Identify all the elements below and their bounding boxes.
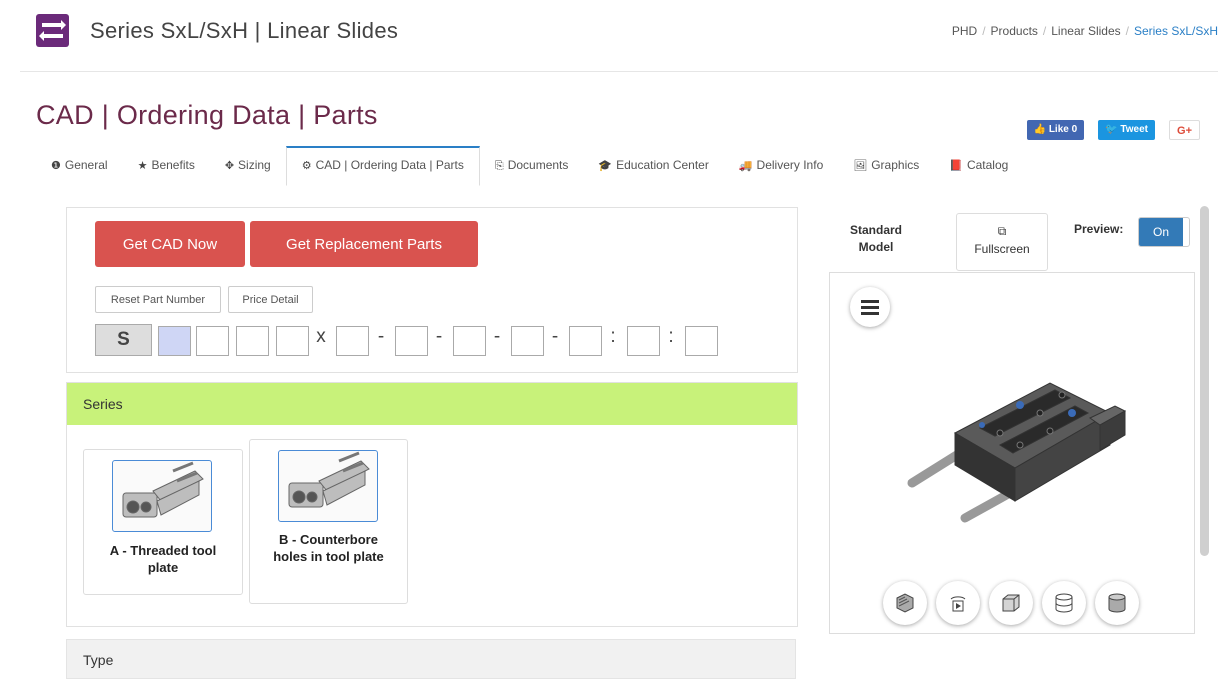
tab-cad-ordering-data-parts[interactable]: ⚙ CAD | Ordering Data | Parts — [285, 146, 480, 186]
part-number-configurator: Get CAD Now Get Replacement Parts Reset … — [66, 207, 798, 373]
model-label: Standard Model — [849, 223, 902, 254]
part-number-separator: : — [610, 326, 616, 347]
top-header: Series SxL/SxH | Linear Slides PHD / Pro… — [20, 0, 1218, 72]
brand-logo-icon[interactable] — [36, 14, 69, 47]
menu-icon[interactable] — [850, 287, 890, 327]
tab-delivery-info[interactable]: 🚚 Delivery Info — [724, 146, 838, 186]
part-number-field[interactable] — [395, 326, 428, 356]
breadcrumb-item-phd[interactable]: PHD — [952, 24, 977, 38]
part-number-separator: - — [493, 326, 501, 347]
part-number-field[interactable] — [453, 326, 486, 356]
series-option-label: B - Counterbore holes in tool plate — [273, 532, 384, 564]
breadcrumb-separator: / — [1042, 24, 1047, 38]
preview-label: Preview: — [1074, 222, 1124, 236]
tab-general[interactable]: ❶ General — [36, 146, 123, 186]
rotate-animation-icon[interactable] — [936, 581, 980, 625]
fullscreen-button[interactable]: ⧉ Fullscreen — [956, 213, 1048, 271]
get-cad-now-button[interactable]: Get CAD Now — [95, 221, 245, 267]
book-icon: 📕 — [949, 160, 963, 172]
tab-education-center[interactable]: 🎓 Education Center — [583, 146, 723, 186]
part-number-separator: - — [377, 326, 385, 347]
image-icon: 🖼 — [853, 160, 868, 172]
product-image — [112, 460, 212, 532]
part-number-field[interactable] — [685, 326, 718, 356]
part-number-field[interactable] — [236, 326, 269, 356]
part-number-field[interactable] — [158, 326, 191, 356]
tab-sizing[interactable]: ✥ Sizing — [210, 146, 286, 186]
type-heading[interactable]: Type — [66, 639, 796, 679]
preview-toggle-state: On — [1139, 218, 1183, 246]
reset-part-number-button[interactable]: Reset Part Number — [95, 286, 221, 313]
breadcrumb-separator: / — [982, 24, 986, 38]
shaded-with-edges-icon[interactable] — [883, 581, 927, 625]
breadcrumb-separator: / — [1125, 24, 1129, 38]
product-image — [278, 450, 378, 522]
move-icon: ✥ — [224, 160, 235, 172]
gears-icon: ⚙ — [301, 160, 312, 172]
breadcrumb-item-current: Series SxL/SxH — [1133, 24, 1218, 38]
viewer-toolbar: Standard Model ⧉ Fullscreen Preview: On — [830, 210, 1194, 271]
part-number-field[interactable] — [276, 326, 309, 356]
series-option-a[interactable]: A - Threaded tool plate — [83, 449, 243, 595]
series-option-label: A - Threaded tool plate — [109, 543, 217, 575]
get-replacement-parts-button[interactable]: Get Replacement Parts — [250, 221, 478, 267]
part-number-field[interactable] — [569, 326, 602, 356]
solid-cylinder-icon[interactable] — [1095, 581, 1139, 625]
graduation-cap-icon: 🎓 — [598, 160, 613, 172]
part-number-field[interactable] — [511, 326, 544, 356]
3d-model-render[interactable] — [900, 373, 1130, 533]
social-buttons: 👍 Like 0 🐦 Tweet G+ — [1026, 120, 1200, 140]
info-icon: ❶ — [51, 160, 61, 172]
price-detail-button[interactable]: Price Detail — [228, 286, 313, 313]
external-link-icon: ⧉ — [997, 224, 1007, 238]
part-number-field[interactable] — [336, 326, 369, 356]
part-number-separator: - — [435, 326, 443, 347]
tab-graphics[interactable]: 🖼 Graphics — [838, 146, 934, 186]
part-number-prefix: S — [95, 324, 152, 356]
preview-toggle[interactable]: On — [1138, 217, 1190, 247]
breadcrumb-item-products[interactable]: Products — [991, 24, 1038, 38]
facebook-like-button[interactable]: 👍 Like 0 — [1026, 120, 1085, 140]
star-icon: ★ — [137, 160, 148, 172]
tab-benefits[interactable]: ★ Benefits — [123, 146, 210, 186]
series-section: Series A - Threaded tool plate B - Count… — [66, 382, 798, 627]
truck-icon: 🚚 — [738, 160, 753, 172]
3d-model-viewer[interactable] — [829, 272, 1195, 634]
part-number-separator: x — [316, 326, 326, 347]
tweet-button[interactable]: 🐦 Tweet — [1098, 120, 1156, 140]
breadcrumb: PHD / Products / Linear Slides / Series … — [952, 24, 1218, 38]
series-option-b[interactable]: B - Counterbore holes in tool plate — [249, 439, 408, 604]
wireframe-cylinder-icon[interactable] — [1042, 581, 1086, 625]
tab-catalog[interactable]: 📕 Catalog — [934, 146, 1023, 186]
documents-icon: ⎘ — [494, 160, 504, 172]
part-number-separator: - — [551, 326, 559, 347]
part-number-field[interactable] — [196, 326, 229, 356]
breadcrumb-item-linear-slides[interactable]: Linear Slides — [1051, 24, 1120, 38]
tab-documents[interactable]: ⎘ Documents — [480, 146, 584, 186]
app-title: Series SxL/SxH | Linear Slides — [90, 18, 399, 43]
part-number-field[interactable] — [627, 326, 660, 356]
series-heading[interactable]: Series — [67, 383, 797, 425]
page-title: CAD | Ordering Data | Parts — [36, 100, 378, 130]
part-number-separator: : — [668, 326, 674, 347]
viewer-scrollbar[interactable] — [1200, 206, 1209, 556]
google-plus-button[interactable]: G+ — [1169, 120, 1200, 140]
tab-bar: ❶ General ★ Benefits ✥ Sizing ⚙ CAD | Orderi… — [36, 146, 1198, 186]
solid-box-icon[interactable] — [989, 581, 1033, 625]
